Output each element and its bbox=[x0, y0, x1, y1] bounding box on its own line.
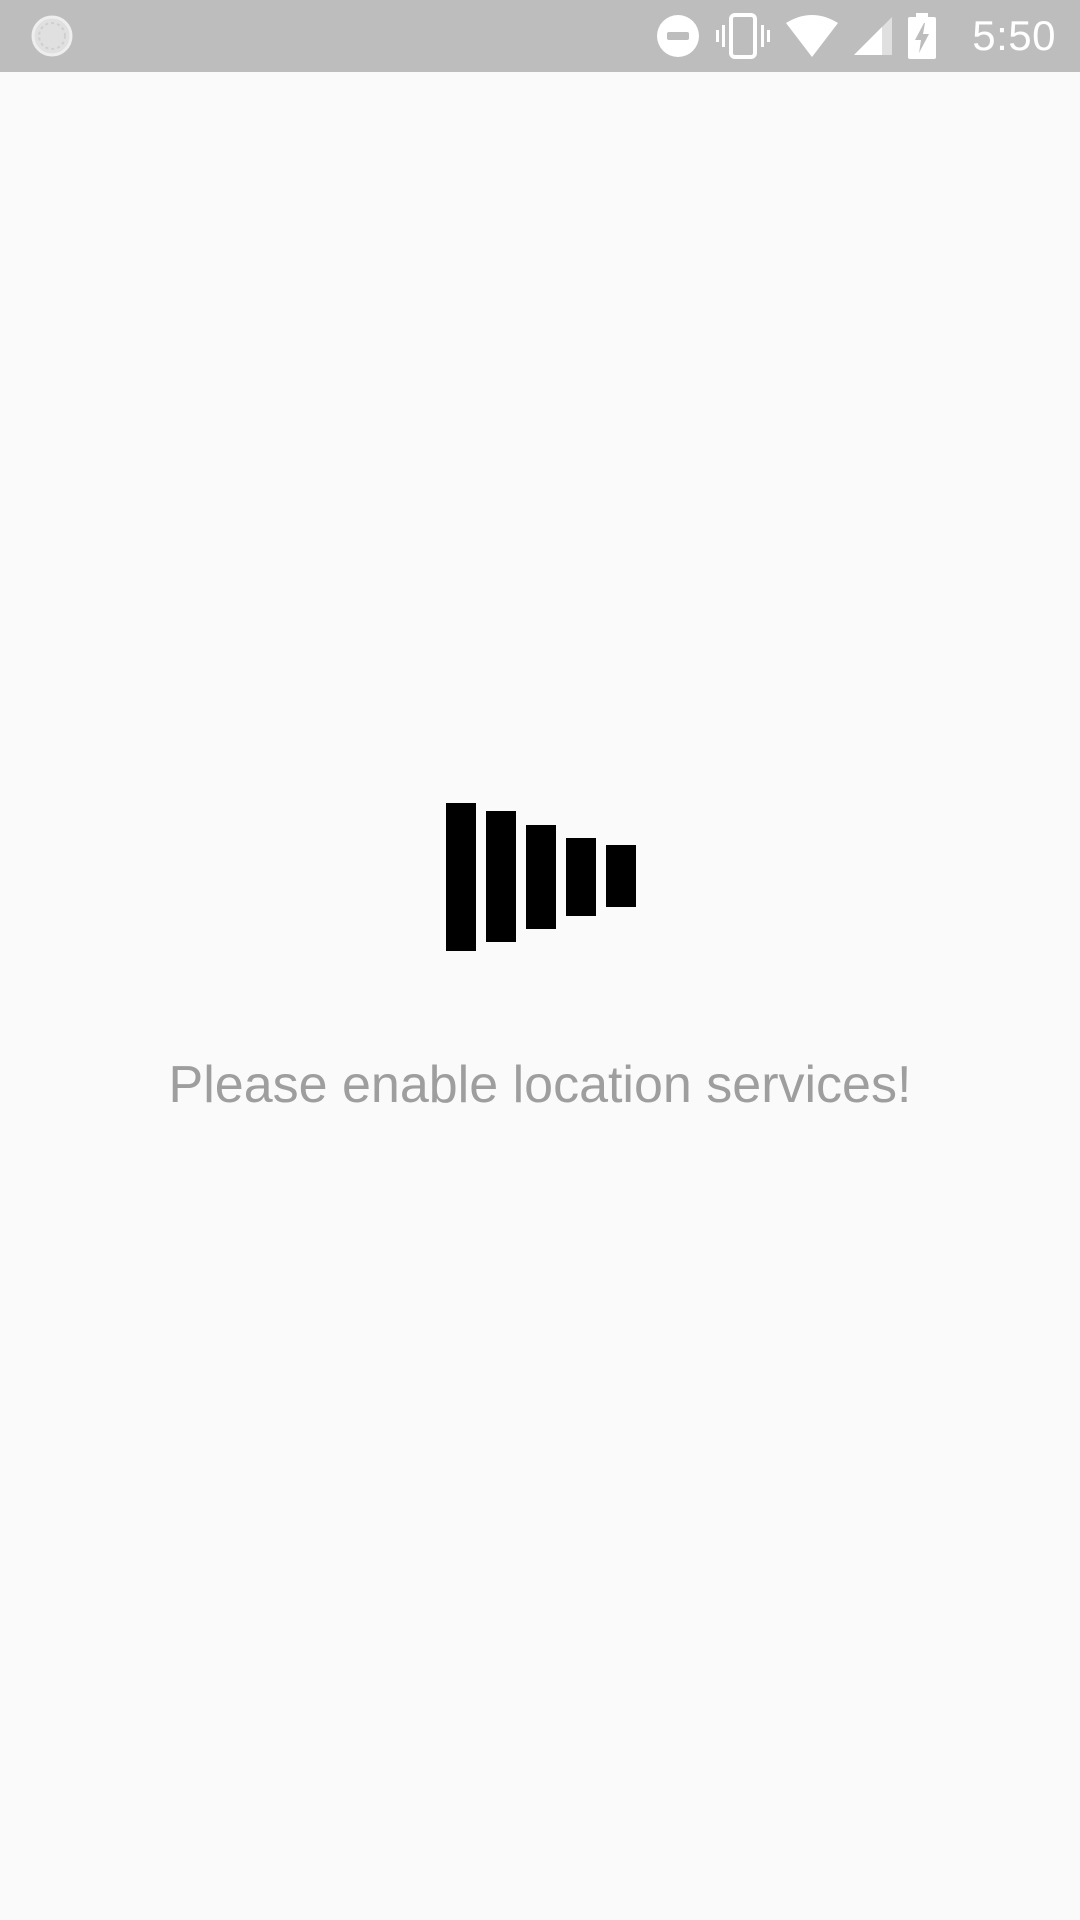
battery-charging-icon bbox=[908, 13, 937, 59]
status-icons: 5:50 bbox=[656, 0, 1056, 72]
main-content bbox=[0, 72, 1080, 1920]
cell-signal-icon bbox=[854, 17, 893, 55]
location-services-message: Please enable location services! bbox=[168, 1056, 912, 1114]
equalizer-bars-icon bbox=[446, 803, 636, 953]
do-not-disturb-icon bbox=[656, 14, 700, 58]
wifi-icon bbox=[786, 15, 839, 57]
sync-icon bbox=[30, 14, 74, 58]
vibrate-icon bbox=[716, 13, 771, 59]
clock: 5:50 bbox=[972, 12, 1056, 59]
status-bar: 5:50 bbox=[0, 0, 1080, 72]
